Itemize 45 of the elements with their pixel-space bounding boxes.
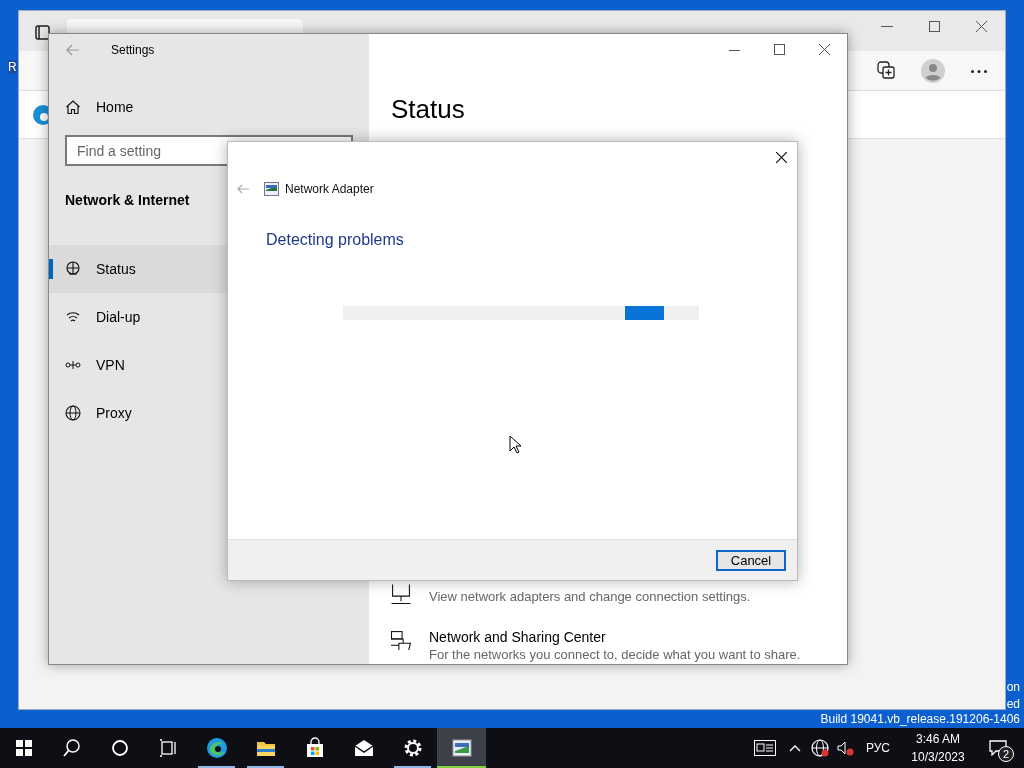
- cancel-button[interactable]: Cancel: [716, 549, 786, 571]
- link-description: View network adapters and change connection settings.: [429, 588, 751, 606]
- news-icon[interactable]: [753, 740, 776, 756]
- desktop-icon-label[interactable]: on: [1006, 680, 1020, 694]
- home-link[interactable]: Home: [65, 95, 134, 119]
- clock[interactable]: 3:46 AM 10/3/2023: [902, 730, 974, 766]
- desktop-icon-label[interactable]: R: [8, 60, 17, 74]
- volume-muted-icon[interactable]: [836, 740, 854, 756]
- window-title: Settings: [111, 42, 155, 59]
- link-description: For the networks you connect to, decide what you want to share.: [429, 646, 801, 664]
- profile-icon[interactable]: [921, 59, 945, 83]
- more-icon[interactable]: [971, 70, 987, 73]
- close-icon[interactable]: [976, 21, 987, 32]
- network-adapter-icon: [450, 737, 473, 759]
- notification-count: 2: [998, 746, 1014, 762]
- page-heading: Status: [391, 93, 465, 126]
- dialog-title: Network Adapter: [285, 181, 374, 198]
- status-icon: [65, 261, 81, 277]
- notification-icon: [989, 740, 1007, 756]
- close-icon[interactable]: [776, 152, 787, 163]
- notification-button[interactable]: 2: [978, 728, 1024, 768]
- network-adapter-icon: [264, 182, 279, 196]
- close-icon[interactable]: [819, 44, 830, 55]
- taskbar-app-button[interactable]: [437, 728, 486, 768]
- link-title[interactable]: Network and Sharing Center: [429, 628, 801, 646]
- computer-network-icon: [391, 584, 411, 604]
- maximize-icon[interactable]: [774, 44, 785, 55]
- envelope-icon: [352, 737, 375, 759]
- circle-icon: [109, 737, 131, 759]
- tab-actions-icon[interactable]: [35, 25, 50, 40]
- task-view-icon: [157, 737, 179, 759]
- proxy-icon: [65, 405, 81, 421]
- chevron-up-icon[interactable]: [788, 744, 801, 752]
- search-icon: [61, 737, 83, 759]
- mouse-cursor-icon: [509, 435, 522, 454]
- home-icon: [65, 99, 81, 115]
- desktop-icon-label[interactable]: ed: [1006, 697, 1020, 711]
- maximize-icon[interactable]: [929, 21, 940, 32]
- collections-icon[interactable]: [877, 61, 895, 79]
- language-indicator[interactable]: РУС: [865, 739, 890, 757]
- build-watermark-text: Build 19041.vb_release.191206-1406: [820, 712, 1020, 726]
- windows-logo-icon: [13, 737, 35, 759]
- edge-icon: [205, 737, 228, 759]
- minimize-icon[interactable]: [881, 26, 893, 28]
- globe-icon[interactable]: [810, 739, 829, 757]
